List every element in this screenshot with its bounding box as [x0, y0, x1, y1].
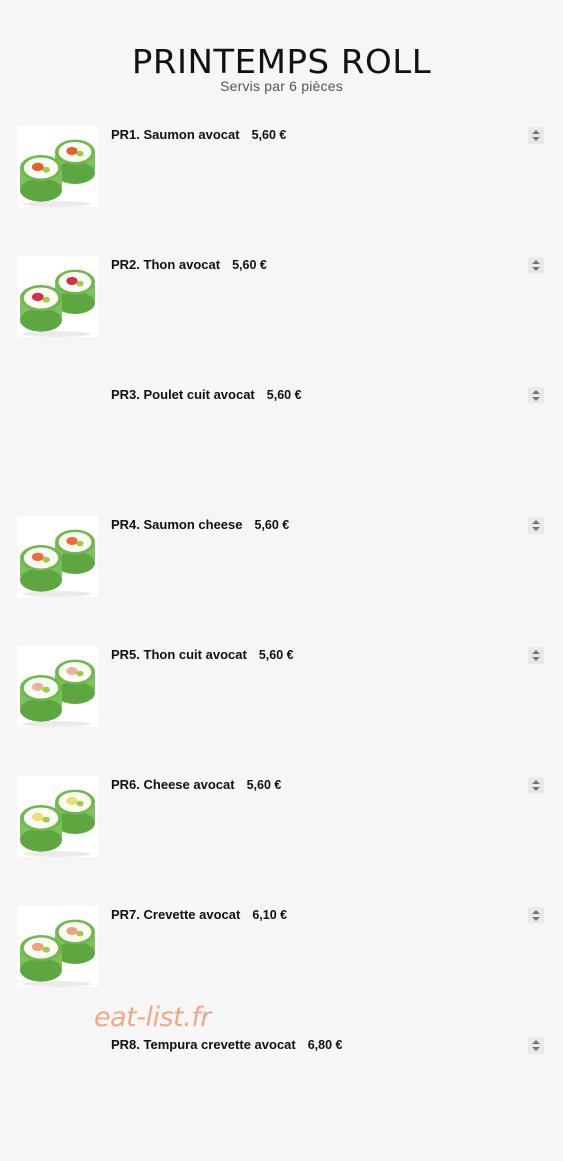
section-header: PRINTEMPS ROLL Servis par 6 pièces — [0, 42, 563, 94]
roll-photo — [17, 256, 98, 337]
quantity-stepper[interactable] — [528, 387, 544, 404]
spring-roll — [20, 934, 62, 982]
spring-roll — [20, 154, 62, 202]
arrow-down-icon[interactable] — [532, 917, 540, 921]
arrow-down-icon[interactable] — [532, 137, 540, 141]
menu-item: PR3. Poulet cuit avocat 5,60 € — [0, 386, 563, 476]
arrow-up-icon[interactable] — [532, 650, 540, 654]
roll-illustration — [20, 529, 95, 597]
item-name: PR6. Cheese avocat — [111, 777, 235, 792]
item-name: PR1. Saumon avocat — [111, 127, 240, 142]
arrow-up-icon[interactable] — [532, 390, 540, 394]
quantity-stepper[interactable] — [528, 127, 544, 144]
item-title: PR7. Crevette avocat 6,10 € — [111, 907, 287, 923]
quantity-stepper[interactable] — [528, 517, 544, 534]
spring-roll — [20, 804, 62, 852]
item-name: PR2. Thon avocat — [111, 257, 221, 272]
item-price: 6,10 € — [252, 908, 288, 922]
spring-roll — [20, 544, 62, 592]
arrow-down-icon[interactable] — [532, 267, 540, 271]
item-title: PR5. Thon cuit avocat 5,60 € — [111, 647, 294, 663]
arrow-down-icon[interactable] — [532, 787, 540, 791]
arrow-up-icon[interactable] — [532, 910, 540, 914]
arrow-up-icon[interactable] — [532, 520, 540, 524]
roll-photo — [17, 646, 98, 727]
quantity-stepper[interactable] — [528, 777, 544, 794]
item-title: PR1. Saumon avocat 5,60 € — [111, 127, 286, 143]
roll-photo — [17, 906, 98, 987]
menu-item: PR7. Crevette avocat 6,10 € — [0, 906, 563, 996]
watermark: eat-list.fr — [94, 1002, 211, 1033]
menu-item: PR6. Cheese avocat 5,60 € — [0, 776, 563, 866]
quantity-stepper[interactable] — [528, 257, 544, 274]
item-name: PR4. Saumon cheese — [111, 517, 243, 532]
item-price: 5,60 € — [258, 648, 294, 662]
menu-page: PRINTEMPS ROLL Servis par 6 pièces PR1. … — [0, 0, 563, 1161]
arrow-down-icon[interactable] — [532, 527, 540, 531]
quantity-stepper[interactable] — [528, 647, 544, 664]
spring-roll — [20, 284, 62, 332]
roll-illustration — [20, 659, 95, 727]
section-title: PRINTEMPS ROLL — [131, 42, 432, 82]
menu-item: PR4. Saumon cheese 5,60 € — [0, 516, 563, 606]
item-name: PR8. Tempura crevette avocat — [111, 1037, 296, 1052]
menu-item: PR8. Tempura crevette avocat 6,80 € — [0, 1036, 563, 1126]
quantity-stepper[interactable] — [528, 1037, 544, 1054]
item-title: PR4. Saumon cheese 5,60 € — [111, 517, 289, 533]
quantity-stepper[interactable] — [528, 907, 544, 924]
item-title: PR2. Thon avocat 5,60 € — [111, 257, 267, 273]
item-price: 5,60 € — [232, 258, 267, 272]
roll-illustration — [20, 139, 95, 207]
spring-roll — [20, 674, 62, 722]
item-name: PR3. Poulet cuit avocat — [111, 387, 255, 402]
item-name: PR5. Thon cuit avocat — [111, 647, 247, 662]
menu-item: PR2. Thon avocat 5,60 € — [0, 256, 563, 346]
menu-item: PR5. Thon cuit avocat 5,60 € — [0, 646, 563, 736]
roll-illustration — [20, 919, 95, 987]
item-price: 5,60 € — [254, 518, 290, 532]
roll-illustration — [20, 269, 95, 337]
roll-illustration — [20, 789, 95, 857]
arrow-up-icon[interactable] — [532, 780, 540, 784]
item-name: PR7. Crevette avocat — [111, 907, 241, 922]
arrow-down-icon[interactable] — [532, 657, 540, 661]
roll-photo — [17, 126, 98, 207]
roll-photo — [17, 516, 98, 597]
item-price: 5,60 € — [251, 128, 287, 142]
item-price: 6,80 € — [307, 1038, 343, 1052]
item-price: 5,60 € — [246, 778, 282, 792]
arrow-up-icon[interactable] — [532, 1040, 540, 1044]
menu-item: PR1. Saumon avocat 5,60 € — [0, 126, 563, 216]
item-price: 5,60 € — [266, 388, 302, 402]
arrow-up-icon[interactable] — [532, 130, 540, 134]
item-title: PR3. Poulet cuit avocat 5,60 € — [111, 387, 302, 403]
item-title: PR8. Tempura crevette avocat 6,80 € — [111, 1037, 343, 1053]
arrow-down-icon[interactable] — [532, 397, 540, 401]
item-title: PR6. Cheese avocat 5,60 € — [111, 777, 281, 793]
roll-photo — [17, 776, 98, 857]
arrow-up-icon[interactable] — [532, 260, 540, 264]
arrow-down-icon[interactable] — [532, 1047, 540, 1051]
